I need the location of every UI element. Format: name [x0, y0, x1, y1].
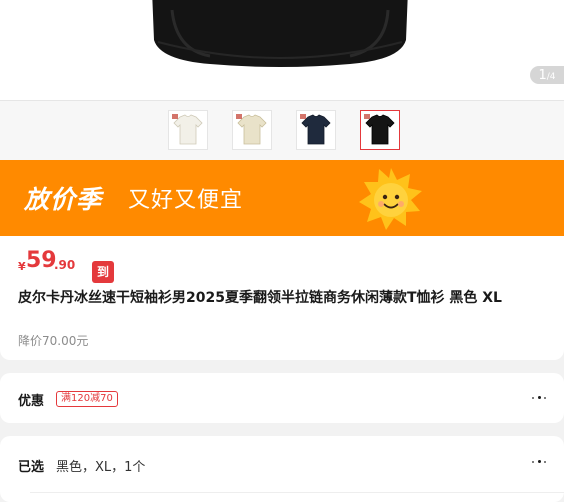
shirt-icon [300, 114, 331, 145]
coupon-row[interactable]: 优惠 满120减70 [0, 373, 564, 423]
pager-current: 1 [538, 68, 547, 83]
shirt-icon [364, 114, 395, 145]
final-price-badge: 到手价 [92, 261, 115, 323]
price-integer: 59 [26, 248, 57, 273]
banner-title: 放价季 [24, 185, 103, 214]
image-pager: 1/4 [530, 66, 564, 84]
product-image-carousel[interactable]: 1/4 [0, 0, 564, 100]
selected-spec-row[interactable]: 已选 黑色，XL，1个 [0, 436, 564, 502]
more-icon[interactable] [532, 395, 548, 401]
shirt-icon [236, 114, 267, 145]
product-title: 皮尔卡丹冰丝速干短袖衫男2025夏季翻领半拉链商务休闲薄款T恤衫 黑色 XL [18, 290, 502, 306]
price-currency: ¥ [18, 260, 26, 273]
thumbnail-strip [0, 101, 564, 160]
divider [30, 492, 564, 493]
pager-total: /4 [546, 72, 556, 82]
price-decimal: .90 [54, 258, 76, 272]
promo-banner[interactable]: 放价季 又好又便宜 [0, 160, 564, 236]
price-drop-note: 降价70.00元 [18, 334, 89, 348]
thumbnail-navy-shirt[interactable] [296, 110, 336, 150]
selected-label: 已选 [18, 460, 45, 475]
thumbnail-beige-shirt[interactable] [232, 110, 272, 150]
sun-icon [359, 168, 422, 230]
shirt-icon [172, 114, 203, 145]
coupon-tag: 满120减70 [56, 391, 118, 407]
more-icon[interactable] [532, 459, 548, 465]
banner-subtitle: 又好又便宜 [128, 188, 244, 213]
thumbnail-white-shirt[interactable] [168, 110, 208, 150]
product-image [152, 0, 408, 67]
coupon-label: 优惠 [18, 394, 45, 409]
price-card: ¥ 59 .90 到手价 皮尔卡丹冰丝速干短袖衫男2025夏季翻领半拉链商务休闲… [0, 236, 564, 360]
thumbnail-black-shirt[interactable] [360, 110, 400, 150]
selected-value: 黑色，XL，1个 [56, 460, 146, 475]
product-detail-page: 1/4 放价季 又好又便宜 ¥ 59 .90 到手价 皮尔卡丹冰丝速干短袖衫男2… [0, 0, 564, 502]
